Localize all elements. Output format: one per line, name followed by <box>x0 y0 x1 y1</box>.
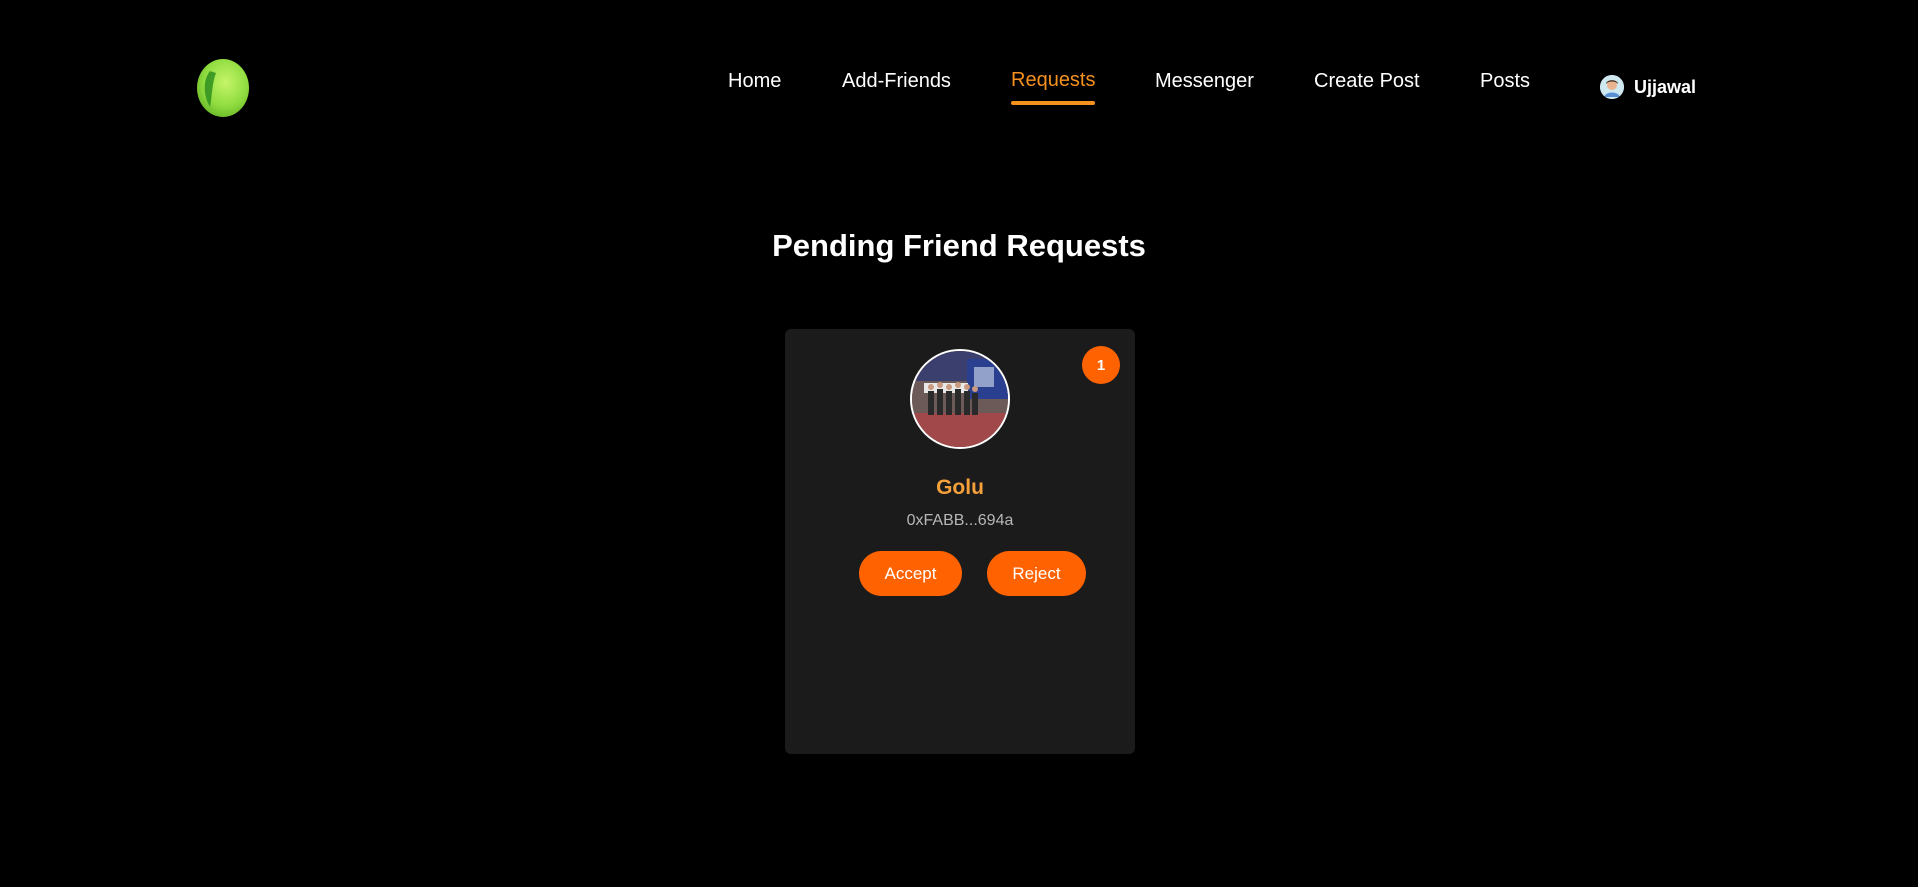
nav-active-underline <box>1011 101 1095 105</box>
page-title: Pending Friend Requests <box>772 228 1146 263</box>
nav-create-post[interactable]: Create Post <box>1314 69 1420 93</box>
nav-add-friends[interactable]: Add-Friends <box>842 69 951 93</box>
page: Home Add-Friends Requests Messenger Crea… <box>0 0 1918 887</box>
green-apple-logo-icon[interactable] <box>196 57 250 117</box>
group-photo-avatar <box>910 349 1010 449</box>
nav-posts[interactable]: Posts <box>1480 69 1530 93</box>
user-profile[interactable]: Ujjawal <box>1600 75 1696 99</box>
user-avatar-icon <box>1600 75 1624 99</box>
friend-request-card: 1 Golu 0xFABB...694a Accept Reject <box>785 329 1135 754</box>
request-count-badge: 1 <box>1082 346 1120 384</box>
reject-button[interactable]: Reject <box>987 551 1086 596</box>
nav-home[interactable]: Home <box>728 69 781 93</box>
user-name: Ujjawal <box>1634 76 1697 97</box>
accept-button[interactable]: Accept <box>859 551 962 596</box>
nav-messenger[interactable]: Messenger <box>1155 69 1254 93</box>
requester-name: Golu <box>936 476 984 499</box>
nav-requests[interactable]: Requests <box>1011 68 1096 92</box>
requester-address: 0xFABB...694a <box>906 512 1014 529</box>
